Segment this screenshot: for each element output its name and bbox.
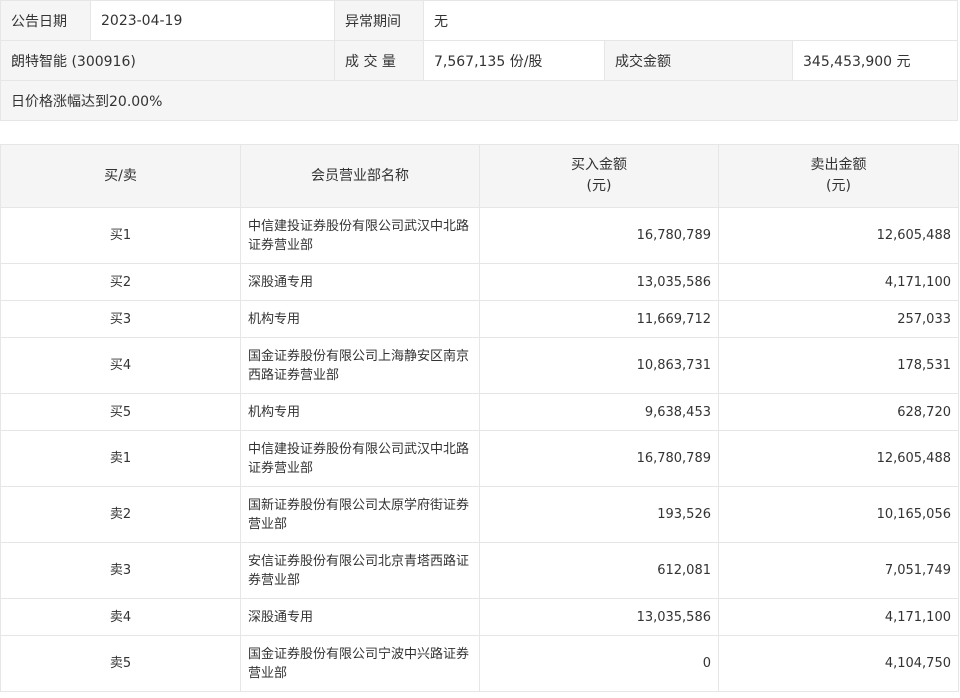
row-buy-amount: 13,035,586 — [479, 263, 719, 301]
amount-value: 345,453,900 元 — [793, 41, 957, 80]
summary-row-date: 公告日期 2023-04-19 异常期间 无 — [1, 1, 957, 41]
table-row: 买2 深股通专用 13,035,586 4,171,100 — [0, 263, 959, 301]
row-sell-amount: 4,171,100 — [718, 263, 959, 301]
amount-label: 成交金额 — [605, 41, 793, 80]
row-side: 买4 — [0, 337, 241, 394]
table-row: 卖2 国新证券股份有限公司太原学府街证券营业部 193,526 10,165,0… — [0, 486, 959, 543]
row-sell-amount: 178,531 — [718, 337, 959, 394]
header-sell-line1: 卖出金额 — [810, 157, 867, 173]
header-sell-line2: (元) — [826, 178, 851, 194]
row-buy-amount: 193,526 — [479, 486, 719, 543]
row-side: 卖4 — [0, 598, 241, 636]
row-side: 买5 — [0, 393, 241, 431]
row-side: 买2 — [0, 263, 241, 301]
row-buy-amount: 612,081 — [479, 542, 719, 599]
header-buy: 买入金额 (元) — [479, 144, 719, 208]
date-value: 2023-04-19 — [91, 1, 335, 40]
row-branch-name: 国金证券股份有限公司宁波中兴路证券营业部 — [240, 635, 480, 692]
header-buy-line2: (元) — [586, 178, 612, 194]
table-row: 卖5 国金证券股份有限公司宁波中兴路证券营业部 0 4,104,750 — [0, 635, 959, 692]
volume-value: 7,567,135 份/股 — [424, 41, 605, 80]
table-header-row: 买/卖 会员营业部名称 买入金额 (元) 卖出金额 (元) — [0, 144, 959, 208]
row-sell-amount: 628,720 — [718, 393, 959, 431]
row-branch-name: 国金证券股份有限公司上海静安区南京西路证券营业部 — [240, 337, 480, 394]
header-name: 会员营业部名称 — [240, 144, 480, 208]
row-sell-amount: 7,051,749 — [718, 542, 959, 599]
row-sell-amount: 257,033 — [718, 300, 959, 338]
volume-label: 成 交 量 — [335, 41, 424, 80]
row-side: 买1 — [0, 207, 241, 264]
row-buy-amount: 13,035,586 — [479, 598, 719, 636]
row-branch-name: 中信建投证券股份有限公司武汉中北路证券营业部 — [240, 207, 480, 264]
row-buy-amount: 0 — [479, 635, 719, 692]
row-branch-name: 深股通专用 — [240, 263, 480, 301]
table-row: 卖1 中信建投证券股份有限公司武汉中北路证券营业部 16,780,789 12,… — [0, 430, 959, 487]
row-sell-amount: 12,605,488 — [718, 207, 959, 264]
row-sell-amount: 4,171,100 — [718, 598, 959, 636]
row-buy-amount: 16,780,789 — [479, 207, 719, 264]
stock-name: 朗特智能 (300916) — [1, 41, 335, 80]
table-row: 买1 中信建投证券股份有限公司武汉中北路证券营业部 16,780,789 12,… — [0, 207, 959, 264]
table-row: 买4 国金证券股份有限公司上海静安区南京西路证券营业部 10,863,731 1… — [0, 337, 959, 394]
row-branch-name: 国新证券股份有限公司太原学府街证券营业部 — [240, 486, 480, 543]
header-buy-line1: 买入金额 — [571, 157, 627, 173]
row-buy-amount: 16,780,789 — [479, 430, 719, 487]
summary-row-reason: 日价格涨幅达到20.00% — [1, 81, 957, 120]
table-row: 卖3 安信证券股份有限公司北京青塔西路证券营业部 612,081 7,051,7… — [0, 542, 959, 599]
row-branch-name: 机构专用 — [240, 393, 480, 431]
table-row: 卖4 深股通专用 13,035,586 4,171,100 — [0, 598, 959, 636]
row-branch-name: 中信建投证券股份有限公司武汉中北路证券营业部 — [240, 430, 480, 487]
row-branch-name: 深股通专用 — [240, 598, 480, 636]
header-sell: 卖出金额 (元) — [718, 144, 959, 208]
row-sell-amount: 4,104,750 — [718, 635, 959, 692]
row-side: 卖2 — [0, 486, 241, 543]
reason-text: 日价格涨幅达到20.00% — [1, 81, 957, 120]
row-sell-amount: 12,605,488 — [718, 430, 959, 487]
row-sell-amount: 10,165,056 — [718, 486, 959, 543]
row-buy-amount: 11,669,712 — [479, 300, 719, 338]
row-branch-name: 机构专用 — [240, 300, 480, 338]
row-buy-amount: 10,863,731 — [479, 337, 719, 394]
trading-seats-table: 买/卖 会员营业部名称 买入金额 (元) 卖出金额 (元) 买1 中信建投证券股… — [0, 144, 959, 692]
row-branch-name: 安信证券股份有限公司北京青塔西路证券营业部 — [240, 542, 480, 599]
period-value: 无 — [424, 1, 957, 40]
header-side: 买/卖 — [0, 144, 241, 208]
summary-row-stock: 朗特智能 (300916) 成 交 量 7,567,135 份/股 成交金额 3… — [1, 41, 957, 81]
row-side: 买3 — [0, 300, 241, 338]
period-label: 异常期间 — [335, 1, 424, 40]
date-label: 公告日期 — [1, 1, 91, 40]
row-side: 卖3 — [0, 542, 241, 599]
row-side: 卖5 — [0, 635, 241, 692]
table-row: 买5 机构专用 9,638,453 628,720 — [0, 393, 959, 431]
table-row: 买3 机构专用 11,669,712 257,033 — [0, 300, 959, 338]
summary-panel: 公告日期 2023-04-19 异常期间 无 朗特智能 (300916) 成 交… — [0, 0, 958, 121]
row-buy-amount: 9,638,453 — [479, 393, 719, 431]
row-side: 卖1 — [0, 430, 241, 487]
